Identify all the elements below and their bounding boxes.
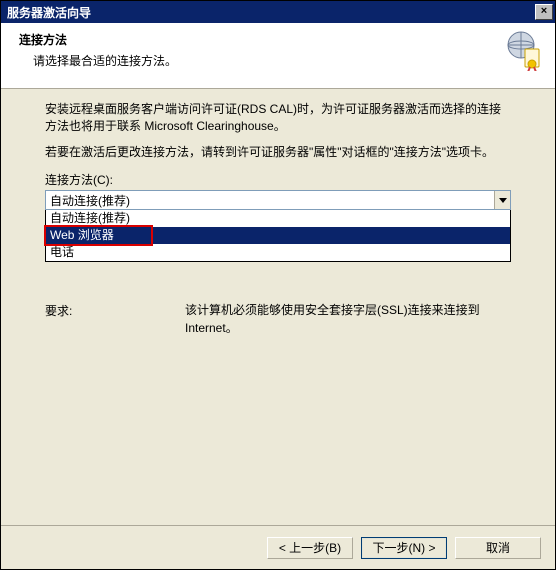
header-subtitle: 请选择最合适的连接方法。 (33, 52, 177, 69)
window-title: 服务器激活向导 (7, 4, 91, 21)
header-title: 连接方法 (19, 31, 177, 48)
wizard-footer: < 上一步(B) 下一步(N) > 取消 (1, 525, 555, 569)
requirement-row: 要求: 该计算机必须能够使用安全套接字层(SSL)连接来连接到 Internet… (45, 302, 511, 337)
connection-method-dropdown: 自动连接(推荐) Web 浏览器 电话 (45, 210, 511, 262)
option-phone[interactable]: 电话 (46, 244, 510, 261)
option-web-browser[interactable]: Web 浏览器 (46, 227, 510, 244)
certificate-icon (507, 31, 541, 74)
titlebar: 服务器激活向导 × (1, 1, 555, 23)
header-text: 连接方法 请选择最合适的连接方法。 (19, 31, 177, 69)
combo-selected-value: 自动连接(推荐) (50, 192, 130, 209)
chevron-down-icon[interactable] (494, 191, 510, 209)
connection-method-combobox[interactable]: 自动连接(推荐) (45, 190, 511, 210)
cancel-button[interactable]: 取消 (455, 537, 541, 559)
wizard-body: 安装远程桌面服务客户端访问许可证(RDS CAL)时，为许可证服务器激活而选择的… (1, 89, 555, 525)
requirement-label: 要求: (45, 302, 185, 337)
wizard-window: 服务器激活向导 × 连接方法 请选择最合适的连接方法。 安装远程桌面服务客户端访… (0, 0, 556, 570)
requirement-text: 该计算机必须能够使用安全套接字层(SSL)连接来连接到 Internet。 (185, 302, 511, 337)
close-button[interactable]: × (535, 4, 553, 20)
next-button[interactable]: 下一步(N) > (361, 537, 447, 559)
option-auto-connect[interactable]: 自动连接(推荐) (46, 210, 510, 227)
info-paragraph-1: 安装远程桌面服务客户端访问许可证(RDS CAL)时，为许可证服务器激活而选择的… (45, 101, 511, 136)
combo-label: 连接方法(C): (45, 171, 511, 188)
wizard-header: 连接方法 请选择最合适的连接方法。 (1, 23, 555, 89)
info-paragraph-2: 若要在激活后更改连接方法，请转到许可证服务器"属性"对话框的"连接方法"选项卡。 (45, 144, 511, 161)
back-button[interactable]: < 上一步(B) (267, 537, 353, 559)
